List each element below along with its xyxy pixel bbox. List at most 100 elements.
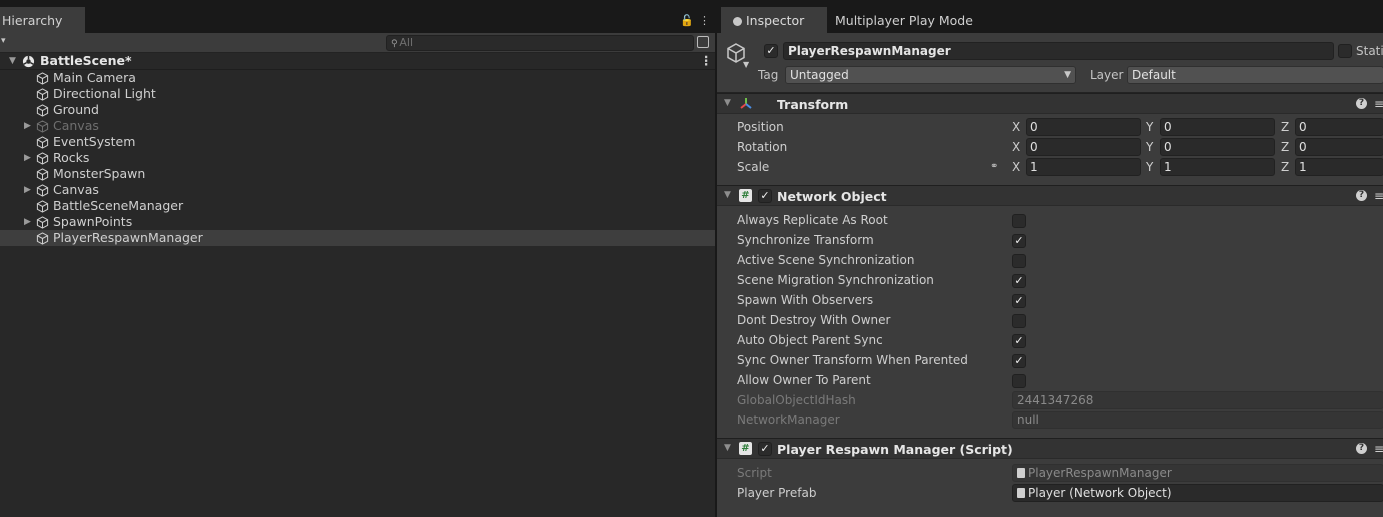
search-options-icon[interactable] — [697, 36, 709, 48]
hierarchy-item[interactable]: EventSystem — [0, 134, 715, 150]
help-icon[interactable]: ? — [1356, 190, 1367, 201]
scale-x-field[interactable]: 1 — [1026, 158, 1141, 176]
axis-x-label[interactable]: X — [1012, 120, 1020, 134]
network-flag-checkbox[interactable]: ✓ — [1012, 354, 1026, 368]
collapse-arrow-icon[interactable]: ▼ — [724, 98, 731, 108]
expand-arrow-icon[interactable]: ▶ — [24, 182, 31, 198]
tab-inspector[interactable]: Inspector — [721, 7, 827, 33]
scale-z-field[interactable]: 1 — [1295, 158, 1383, 176]
position-y-field[interactable]: 0 — [1160, 118, 1275, 136]
network-flag-checkbox[interactable]: ✓ — [1012, 294, 1026, 308]
axis-z-label[interactable]: Z — [1281, 120, 1289, 134]
network-flag-checkbox[interactable]: ✓ — [1012, 234, 1026, 248]
gameobject-icon — [36, 168, 49, 181]
network-object-enabled-checkbox[interactable]: ✓ — [758, 189, 772, 203]
hierarchy-item[interactable]: ▶ SpawnPoints — [0, 214, 715, 230]
respawn-script-enabled-checkbox[interactable]: ✓ — [758, 442, 772, 456]
network-flag-checkbox[interactable] — [1012, 254, 1026, 268]
axis-x-label[interactable]: X — [1012, 160, 1020, 174]
network-flag-checkbox[interactable] — [1012, 374, 1026, 388]
scene-menu-icon[interactable]: ⋮ — [700, 53, 713, 69]
help-icon[interactable]: ? — [1356, 98, 1367, 109]
hierarchy-item[interactable]: BattleSceneManager — [0, 198, 715, 214]
static-checkbox[interactable] — [1338, 44, 1352, 58]
hierarchy-item-label: Directional Light — [53, 86, 156, 101]
kebab-menu-icon[interactable]: ⋮ — [699, 14, 710, 27]
layer-dropdown[interactable]: Default — [1127, 66, 1383, 84]
axis-z-label[interactable]: Z — [1281, 160, 1289, 174]
gameobject-icon — [36, 120, 49, 133]
network-flag-checkbox[interactable]: ✓ — [1012, 334, 1026, 348]
script-field: PlayerRespawnManager — [1012, 464, 1383, 482]
axis-y-label[interactable]: Y — [1146, 120, 1153, 134]
expand-arrow-icon[interactable]: ▼ — [9, 53, 16, 69]
respawn-script-header[interactable]: ▼ # ✓ Player Respawn Manager (Script) ? … — [717, 438, 1383, 459]
gameobject-icon — [36, 184, 49, 197]
tab-hierarchy[interactable]: Hierarchy — [0, 7, 85, 33]
collapse-arrow-icon[interactable]: ▼ — [724, 190, 731, 200]
rotation-x-field[interactable]: 0 — [1026, 138, 1141, 156]
settings-icon[interactable]: ≡ — [1374, 442, 1383, 456]
inspector-tabbar: Inspector Multiplayer Play Mode — [717, 0, 1383, 33]
create-dropdown-icon[interactable]: ▾ — [1, 36, 6, 46]
axis-x-label[interactable]: X — [1012, 140, 1020, 154]
scene-name: BattleScene* — [40, 53, 132, 68]
hierarchy-item-label: BattleSceneManager — [53, 198, 184, 213]
hierarchy-item-label: MonsterSpawn — [53, 166, 146, 181]
hierarchy-item[interactable]: MonsterSpawn — [0, 166, 715, 182]
tag-dropdown[interactable]: Untagged ▼ — [785, 66, 1076, 84]
info-icon — [733, 17, 742, 26]
transform-title: Transform — [777, 97, 849, 112]
lock-icon[interactable]: 🔓 — [680, 14, 694, 27]
tab-inspector-label: Inspector — [746, 13, 805, 28]
settings-icon[interactable]: ≡ — [1374, 97, 1383, 111]
expand-arrow-icon[interactable]: ▶ — [24, 150, 31, 166]
rotation-y-field[interactable]: 0 — [1160, 138, 1275, 156]
network-flag-label: Scene Migration Synchronization — [737, 273, 934, 287]
tab-multiplayer-play-mode[interactable]: Multiplayer Play Mode — [835, 13, 973, 28]
script-file-icon — [1017, 468, 1025, 478]
hierarchy-item[interactable]: ▶ Canvas — [0, 182, 715, 198]
hierarchy-item[interactable]: ▶ Rocks — [0, 150, 715, 166]
search-input[interactable]: ⚲ All — [386, 35, 694, 51]
network-object-header[interactable]: ▼ # ✓ Network Object ? ≡ — [717, 185, 1383, 206]
network-manager-field: null — [1012, 411, 1383, 429]
gameobject-icon — [36, 216, 49, 229]
network-flag-label: Spawn With Observers — [737, 293, 874, 307]
hierarchy-item[interactable]: Directional Light — [0, 86, 715, 102]
network-flag-label: Synchronize Transform — [737, 233, 874, 247]
scene-row[interactable]: ▼ BattleScene* ⋮ — [0, 53, 715, 70]
hierarchy-items: Main Camera Directional Light Ground ▶ Canva… — [0, 70, 715, 246]
network-flag-checkbox[interactable] — [1012, 214, 1026, 228]
collapse-arrow-icon[interactable]: ▼ — [724, 443, 731, 453]
scale-y-field[interactable]: 1 — [1160, 158, 1275, 176]
hierarchy-tabbar: Hierarchy 🔓 ⋮ — [0, 0, 715, 33]
active-checkbox[interactable]: ✓ — [764, 44, 778, 58]
inspector-panel: Inspector Multiplayer Play Mode ▼ ✓ Play… — [716, 0, 1383, 517]
network-flag-checkbox[interactable]: ✓ — [1012, 274, 1026, 288]
transform-header[interactable]: ▼ Transform ? ≡ — [717, 93, 1383, 114]
hierarchy-item[interactable]: Ground — [0, 102, 715, 118]
gameobject-icon — [36, 232, 49, 245]
axis-z-label[interactable]: Z — [1281, 140, 1289, 154]
object-name-field[interactable]: PlayerRespawnManager — [783, 42, 1334, 60]
expand-arrow-icon[interactable]: ▶ — [24, 214, 31, 230]
hierarchy-item[interactable]: ▶ Canvas — [0, 118, 715, 134]
network-manager-label: NetworkManager — [737, 413, 840, 427]
constrain-proportions-icon[interactable]: ⚭ — [990, 161, 998, 172]
hierarchy-item[interactable]: PlayerRespawnManager — [0, 230, 715, 246]
expand-arrow-icon[interactable]: ▶ — [24, 118, 31, 134]
icon-dropdown-icon[interactable]: ▼ — [743, 60, 749, 69]
axis-y-label[interactable]: Y — [1146, 140, 1153, 154]
settings-icon[interactable]: ≡ — [1374, 189, 1383, 203]
player-prefab-field[interactable]: Player (Network Object) — [1012, 484, 1383, 502]
help-icon[interactable]: ? — [1356, 443, 1367, 454]
position-z-field[interactable]: 0 — [1295, 118, 1383, 136]
network-flag-checkbox[interactable] — [1012, 314, 1026, 328]
transform-rotation-label: Rotation — [737, 140, 788, 154]
axis-y-label[interactable]: Y — [1146, 160, 1153, 174]
hierarchy-item[interactable]: Main Camera — [0, 70, 715, 86]
position-x-field[interactable]: 0 — [1026, 118, 1141, 136]
script-hash-icon: # — [739, 189, 752, 202]
rotation-z-field[interactable]: 0 — [1295, 138, 1383, 156]
